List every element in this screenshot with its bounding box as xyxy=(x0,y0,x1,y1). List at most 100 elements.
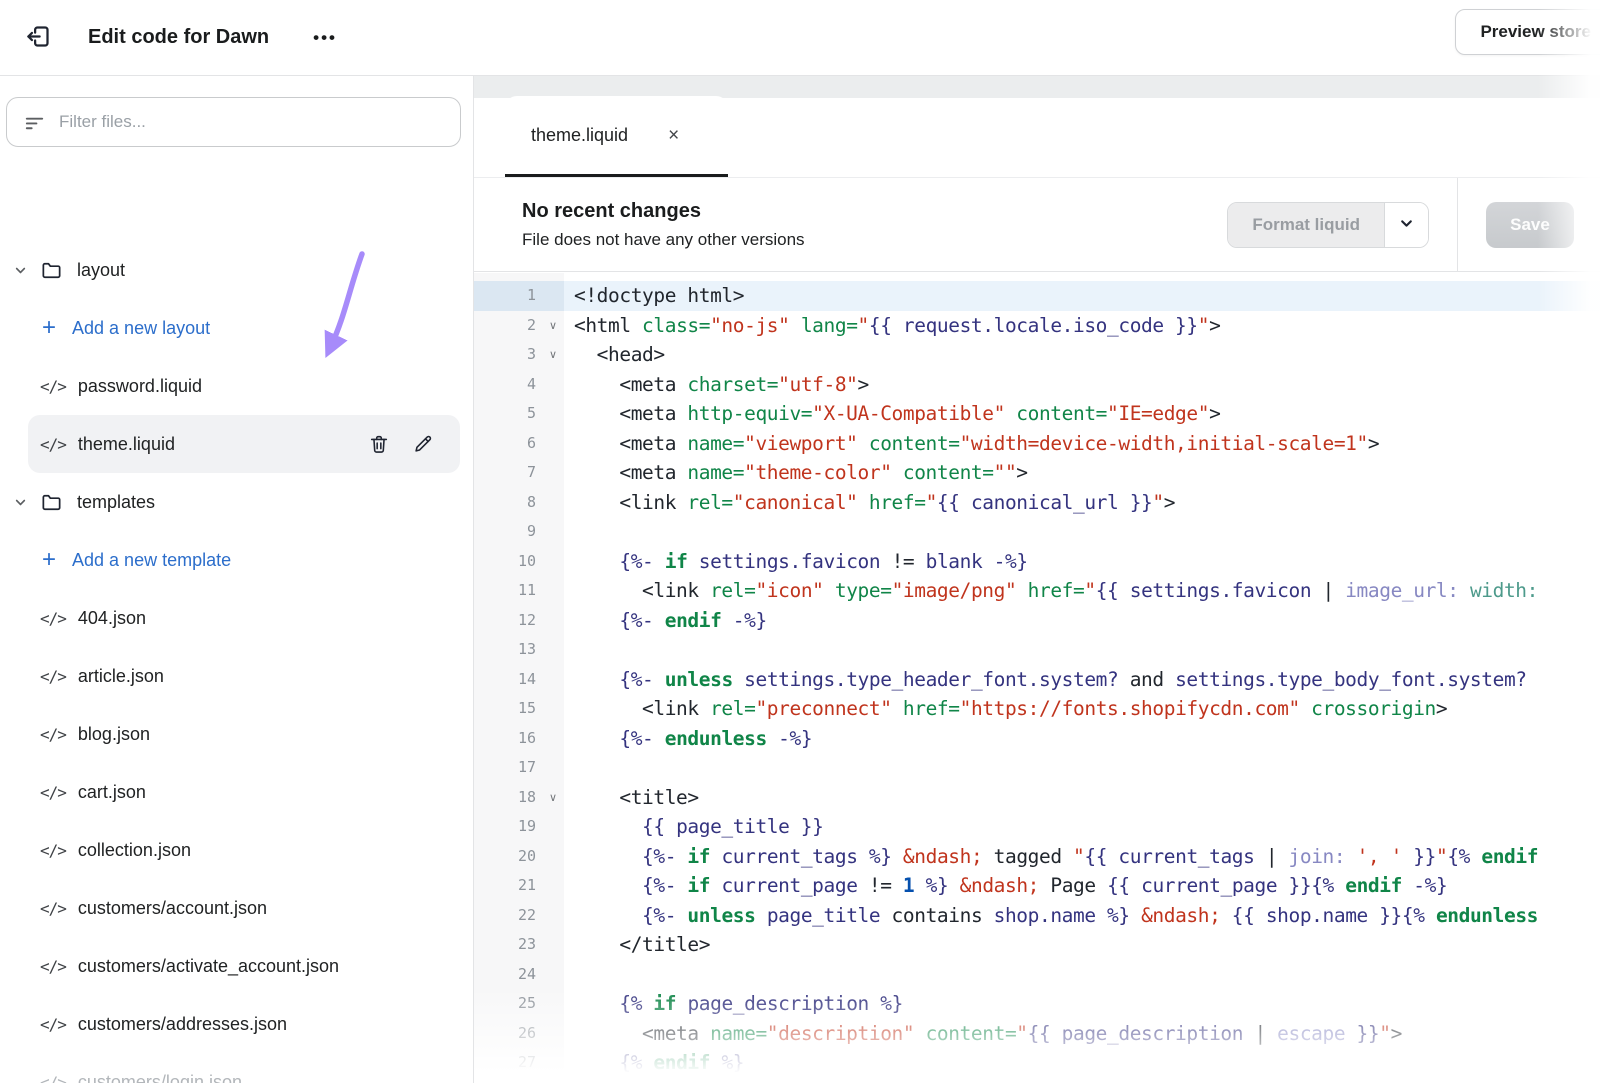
code-line-content: <link rel="preconnect" href="https://fon… xyxy=(564,694,1600,724)
save-button[interactable]: Save xyxy=(1486,202,1574,248)
toolbar-actions: Format liquid Save xyxy=(1227,178,1600,271)
code-line-content xyxy=(564,517,1600,547)
code-line-content xyxy=(564,753,1600,783)
code-line[interactable]: 9 xyxy=(474,517,1600,547)
line-number: 17 xyxy=(474,753,564,783)
code-line[interactable]: 13 xyxy=(474,635,1600,665)
folder-label: layout xyxy=(77,260,125,281)
code-file-icon: </> xyxy=(40,1015,66,1034)
line-number: 15 xyxy=(474,694,564,724)
file-label: collection.json xyxy=(78,840,191,861)
code-line[interactable]: 16 {%- endunless -%} xyxy=(474,724,1600,754)
code-line[interactable]: 18∨ <title> xyxy=(474,783,1600,813)
filter-files-field xyxy=(6,97,461,147)
app-root: Edit code for Dawn ••• Preview store lay… xyxy=(0,0,1600,1083)
sidebar-file-theme-liquid[interactable]: </>theme.liquid xyxy=(28,415,460,473)
action-label: Add a new layout xyxy=(72,318,210,339)
code-line[interactable]: 26 <meta name="description" content="{{ … xyxy=(474,1019,1600,1049)
code-line[interactable]: 22 {%- unless page_title contains shop.n… xyxy=(474,901,1600,931)
code-line-content: {{ page_title }} xyxy=(564,812,1600,842)
code-line[interactable]: 21 {%- if current_page != 1 %} &ndash; P… xyxy=(474,871,1600,901)
line-number: 19 xyxy=(474,812,564,842)
code-editor[interactable]: 1<!doctype html>2∨<html class="no-js" la… xyxy=(474,273,1600,1083)
code-line[interactable]: 11 <link rel="icon" type="image/png" hre… xyxy=(474,576,1600,606)
code-line[interactable]: 7 <meta name="theme-color" content=""> xyxy=(474,458,1600,488)
tab-bar: theme.liquid × xyxy=(474,76,1600,178)
fold-toggle-icon[interactable]: ∨ xyxy=(549,312,557,342)
code-line[interactable]: 25 {% if page_description %} xyxy=(474,989,1600,1019)
folder-icon xyxy=(40,491,63,514)
line-number: 18∨ xyxy=(474,783,564,813)
code-line[interactable]: 24 xyxy=(474,960,1600,990)
tab-close-button[interactable]: × xyxy=(668,126,679,145)
file-label: theme.liquid xyxy=(78,434,175,455)
code-line-content: {%- if current_tags %} &ndash; tagged "{… xyxy=(564,842,1600,872)
sidebar-file-cart-json[interactable]: </>cart.json xyxy=(0,763,473,821)
code-line[interactable]: 17 xyxy=(474,753,1600,783)
file-label: article.json xyxy=(78,666,164,687)
file-label: blog.json xyxy=(78,724,150,745)
sidebar-folder-layout[interactable]: layout xyxy=(0,241,473,299)
sidebar-action-add-a-new-template[interactable]: +Add a new template xyxy=(0,531,473,589)
code-line[interactable]: 5 <meta http-equiv="X-UA-Compatible" con… xyxy=(474,399,1600,429)
code-line[interactable]: 19 {{ page_title }} xyxy=(474,812,1600,842)
code-line-content: {%- if current_page != 1 %} &ndash; Page… xyxy=(564,871,1600,901)
code-line[interactable]: 20 {%- if current_tags %} &ndash; tagged… xyxy=(474,842,1600,872)
line-number: 9 xyxy=(474,517,564,547)
line-number: 2∨ xyxy=(474,311,564,341)
file-label: customers/addresses.json xyxy=(78,1014,287,1035)
sidebar-action-add-a-new-layout[interactable]: + Add a new layout xyxy=(0,299,473,357)
sidebar-file-customers-activate-account-json[interactable]: </>customers/activate_account.json xyxy=(0,937,473,995)
code-line[interactable]: 27 {% endif %} xyxy=(474,1048,1600,1078)
code-file-icon: </> xyxy=(40,609,66,628)
code-line[interactable]: 23 </title> xyxy=(474,930,1600,960)
rename-file-button[interactable] xyxy=(410,431,436,457)
delete-file-button[interactable] xyxy=(366,431,392,457)
preview-store-button[interactable]: Preview store xyxy=(1455,9,1600,55)
sidebar-file-customers-account-json[interactable]: </>customers/account.json xyxy=(0,879,473,937)
code-line[interactable]: 2∨<html class="no-js" lang="{{ request.l… xyxy=(474,311,1600,341)
sidebar-file-blog-json[interactable]: </>blog.json xyxy=(0,705,473,763)
sidebar-file-collection-json[interactable]: </> collection.json xyxy=(0,821,473,879)
code-line[interactable]: 3∨ <head> xyxy=(474,340,1600,370)
sidebar-file-customers-addresses-json[interactable]: </> customers/addresses.json xyxy=(0,995,473,1053)
code-line-content: </title> xyxy=(564,930,1600,960)
line-number: 4 xyxy=(474,370,564,400)
exit-editor-button[interactable] xyxy=(16,16,60,60)
sidebar-folder-templates[interactable]: templates xyxy=(0,473,473,531)
line-number: 1 xyxy=(474,281,564,311)
sidebar-file-password-liquid[interactable]: </>password.liquid xyxy=(0,357,473,415)
code-line[interactable]: 15 <link rel="preconnect" href="https://… xyxy=(474,694,1600,724)
sidebar-file-customers-login-json[interactable]: </>customers/login.json xyxy=(0,1053,473,1083)
code-file-icon: </> xyxy=(40,841,66,860)
filter-files-input[interactable] xyxy=(6,97,461,147)
code-line-content: <html class="no-js" lang="{{ request.loc… xyxy=(564,311,1600,341)
fold-toggle-icon[interactable]: ∨ xyxy=(549,784,557,814)
code-line[interactable]: 8 <link rel="canonical" href="{{ canonic… xyxy=(474,488,1600,518)
code-file-icon: </> xyxy=(40,783,66,802)
sidebar-file-article-json[interactable]: </>article.json xyxy=(0,647,473,705)
format-liquid-button[interactable]: Format liquid xyxy=(1228,203,1384,247)
more-actions-button[interactable]: ••• xyxy=(305,20,345,56)
line-number: 27 xyxy=(474,1048,564,1078)
code-line[interactable]: 1<!doctype html> xyxy=(474,281,1600,311)
code-line[interactable]: 4 <meta charset="utf-8"> xyxy=(474,370,1600,400)
code-line-content xyxy=(564,635,1600,665)
line-number: 6 xyxy=(474,429,564,459)
tab-theme-liquid[interactable]: theme.liquid × xyxy=(505,96,728,177)
file-label: password.liquid xyxy=(78,376,202,397)
version-status: No recent changes File does not have any… xyxy=(522,200,805,250)
file-label: 404.json xyxy=(78,608,146,629)
line-number: 20 xyxy=(474,842,564,872)
plus-icon: + xyxy=(42,316,56,340)
format-liquid-caret-button[interactable] xyxy=(1384,203,1428,247)
line-number: 23 xyxy=(474,930,564,960)
code-line[interactable]: 14 {%- unless settings.type_header_font.… xyxy=(474,665,1600,695)
plus-icon: + xyxy=(42,548,56,572)
chevron-down-icon xyxy=(14,496,28,509)
code-line[interactable]: 10 {%- if settings.favicon != blank -%} xyxy=(474,547,1600,577)
fold-toggle-icon[interactable]: ∨ xyxy=(549,341,557,371)
code-line[interactable]: 12 {%- endif -%} xyxy=(474,606,1600,636)
code-line[interactable]: 6 <meta name="viewport" content="width=d… xyxy=(474,429,1600,459)
sidebar-file-404-json[interactable]: </> 404.json xyxy=(0,589,473,647)
